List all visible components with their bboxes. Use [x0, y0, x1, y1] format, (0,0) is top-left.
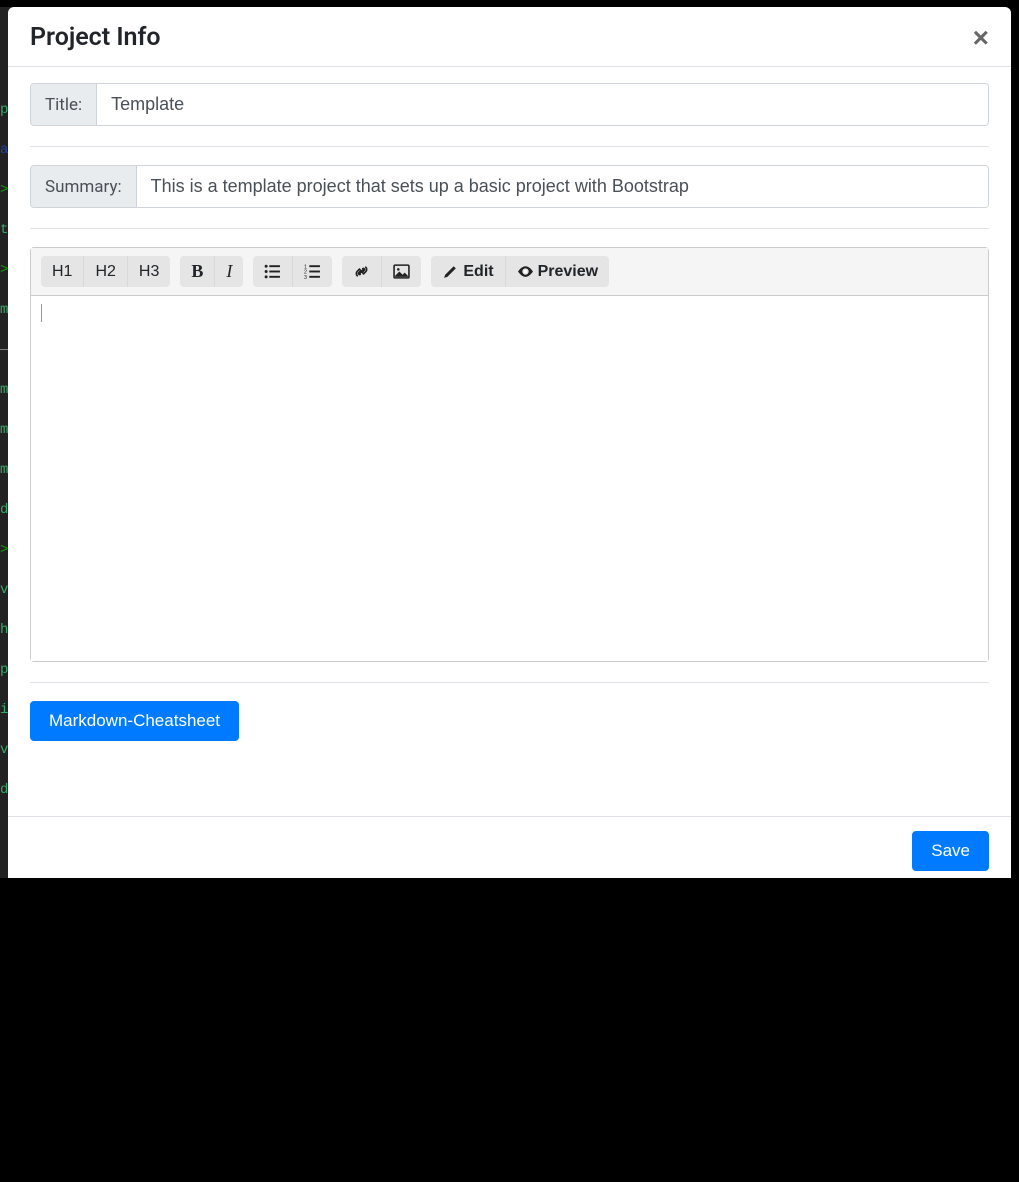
preview-button[interactable]: Preview: [505, 256, 609, 287]
close-button[interactable]: ×: [973, 24, 989, 52]
modal-body: Title: Summary: H1 H2 H3 B I: [8, 67, 1011, 816]
list-ul-icon: [264, 263, 281, 280]
edit-label: Edit: [463, 263, 493, 281]
preview-label: Preview: [538, 263, 598, 281]
h3-button[interactable]: H3: [127, 256, 170, 287]
link-icon: [353, 263, 370, 280]
modal-header: Project Info ×: [8, 7, 1011, 67]
bold-button[interactable]: B: [180, 256, 214, 287]
image-button[interactable]: [381, 256, 421, 287]
title-label: Title:: [31, 84, 97, 125]
h2-button[interactable]: H2: [83, 256, 126, 287]
separator: [30, 146, 989, 147]
view-group: Edit Preview: [431, 256, 609, 287]
window-bottom-strip: [0, 878, 1019, 885]
list-group: 123: [253, 256, 332, 287]
svg-text:3: 3: [304, 275, 307, 280]
editor-toolbar: H1 H2 H3 B I 123: [31, 248, 988, 296]
italic-button[interactable]: I: [214, 256, 243, 287]
insert-group: [342, 256, 421, 287]
edit-button[interactable]: Edit: [431, 256, 504, 287]
markdown-editor: H1 H2 H3 B I 123: [30, 247, 989, 662]
link-button[interactable]: [342, 256, 381, 287]
close-icon: ×: [973, 22, 989, 53]
separator: [30, 228, 989, 229]
summary-label: Summary:: [31, 166, 137, 207]
editor-textarea-wrap: [31, 296, 988, 661]
numbered-list-button[interactable]: 123: [292, 256, 332, 287]
image-icon: [393, 263, 410, 280]
title-input-group: Title:: [30, 83, 989, 126]
window-top-strip: [0, 0, 1019, 7]
style-group: B I: [180, 256, 243, 287]
summary-input[interactable]: [137, 166, 988, 207]
list-ol-icon: 123: [304, 263, 321, 280]
heading-group: H1 H2 H3: [41, 256, 170, 287]
h1-button[interactable]: H1: [41, 256, 83, 287]
eye-icon: [517, 263, 534, 280]
title-input[interactable]: [97, 84, 988, 125]
pencil-icon: [442, 263, 459, 280]
modal-title: Project Info: [30, 23, 161, 52]
project-info-modal: Project Info × Title: Summary: H1 H2 H3: [8, 7, 1011, 885]
bullet-list-button[interactable]: [253, 256, 292, 287]
summary-input-group: Summary:: [30, 165, 989, 208]
